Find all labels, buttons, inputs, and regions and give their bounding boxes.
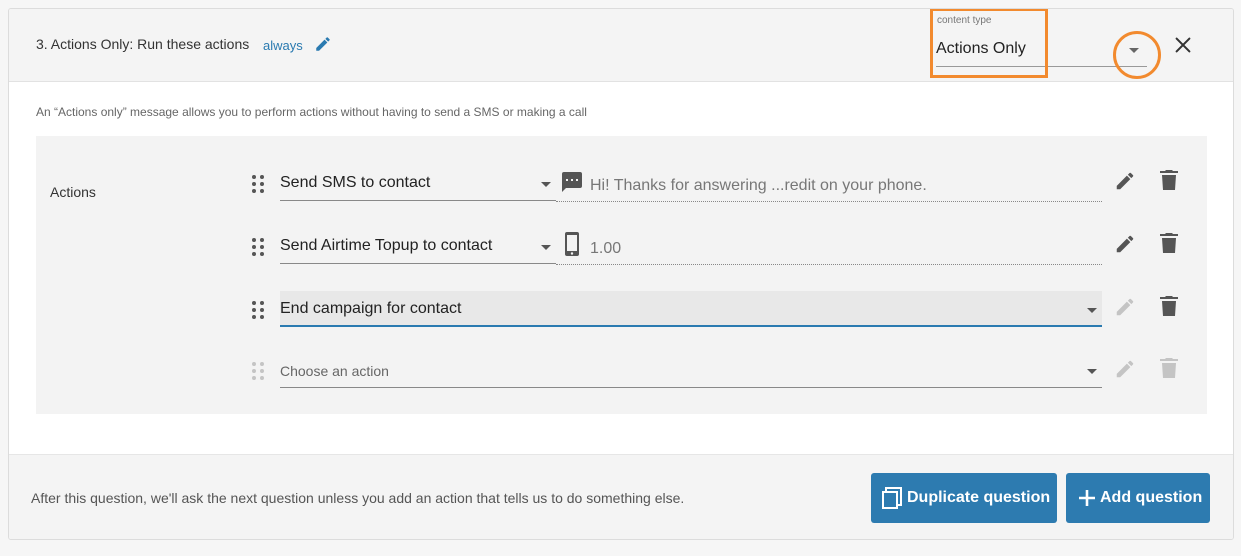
question-title: 3. Actions Only: Run these actions — [36, 36, 250, 52]
param-underline — [556, 201, 1102, 202]
trash-icon — [1160, 358, 1178, 378]
caret-down-icon — [541, 182, 551, 187]
action-row: Send SMS to contact Hi! Thanks for answe… — [36, 161, 1207, 211]
message-icon — [562, 172, 582, 192]
action-param-input[interactable]: 1.00 — [590, 240, 621, 258]
param-underline — [556, 264, 1102, 265]
actions-panel: Actions Send SMS to contact Hi! Thanks f… — [36, 136, 1207, 414]
caret-down-icon — [1087, 369, 1097, 374]
trash-icon[interactable] — [1160, 295, 1178, 317]
pencil-icon[interactable] — [314, 35, 332, 53]
trash-icon[interactable] — [1160, 232, 1178, 254]
action-select-placeholder: Choose an action — [280, 363, 389, 379]
drag-handle-icon — [252, 362, 264, 380]
action-row: End campaign for contact — [36, 287, 1207, 337]
action-select-value: Send SMS to contact — [280, 174, 431, 191]
question-footer: After this question, we'll ask the next … — [9, 454, 1233, 539]
close-icon[interactable] — [1172, 34, 1194, 56]
add-question-label: Add question — [1100, 489, 1203, 506]
add-question-button[interactable]: Add question — [1066, 473, 1210, 523]
footer-hint: After this question, we'll ask the next … — [31, 490, 685, 506]
action-row: Send Airtime Topup to contact 1.00 — [36, 224, 1207, 274]
content-type-description: An “Actions only” message allows you to … — [36, 105, 587, 119]
action-row: Choose an action — [36, 350, 1207, 400]
action-select[interactable]: Send Airtime Topup to contact — [280, 228, 556, 264]
drag-handle-icon[interactable] — [251, 173, 265, 195]
question-condition-link[interactable]: always — [263, 38, 303, 53]
action-select[interactable]: Choose an action — [280, 352, 1102, 388]
pencil-icon[interactable] — [1114, 233, 1136, 255]
annotation-highlight-circle — [1113, 31, 1161, 79]
action-param-input[interactable]: Hi! Thanks for answering ...redit on you… — [590, 177, 927, 195]
question-header: 3. Actions Only: Run these actions alway… — [9, 9, 1233, 82]
pencil-icon[interactable] — [1114, 170, 1136, 192]
annotation-highlight-box — [930, 9, 1048, 78]
copy-icon — [882, 487, 902, 509]
caret-down-icon — [1087, 308, 1097, 313]
drag-handle-icon[interactable] — [251, 299, 265, 321]
trash-icon[interactable] — [1160, 169, 1178, 191]
action-select-value: End campaign for contact — [280, 300, 462, 317]
drag-handle-icon[interactable] — [251, 236, 265, 258]
pencil-icon — [1116, 360, 1134, 378]
action-select-value: Send Airtime Topup to contact — [280, 237, 493, 254]
duplicate-question-label: Duplicate question — [907, 489, 1051, 506]
caret-down-icon — [541, 245, 551, 250]
duplicate-question-button[interactable]: Duplicate question — [871, 473, 1057, 523]
action-select[interactable]: Send SMS to contact — [280, 165, 556, 201]
phone-icon — [565, 232, 579, 256]
action-select[interactable]: End campaign for contact — [280, 291, 1102, 327]
plus-icon — [1079, 490, 1095, 506]
question-card: 3. Actions Only: Run these actions alway… — [8, 8, 1234, 540]
pencil-icon — [1116, 298, 1134, 316]
